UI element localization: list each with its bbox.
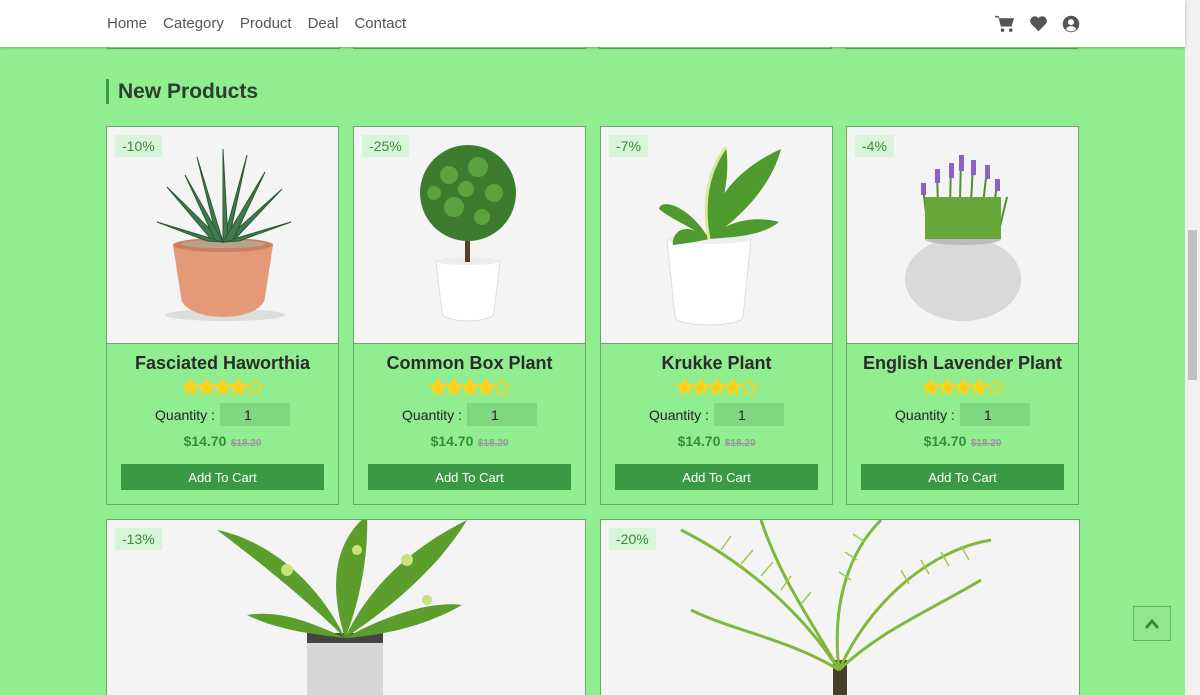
product-image[interactable]: -4% — [847, 127, 1078, 344]
star-empty-icon — [245, 378, 264, 395]
current-price: $14.70 — [677, 433, 721, 449]
quantity-row: Quantity : — [847, 403, 1078, 426]
quantity-row: Quantity : — [354, 403, 585, 426]
product-card: -10% Fasciated Haworthia Quantity : $14.… — [106, 126, 339, 505]
quantity-row: Quantity : — [601, 403, 832, 426]
quantity-label: Quantity : — [402, 406, 462, 423]
quantity-row: Quantity : — [107, 403, 338, 426]
quantity-input[interactable] — [466, 403, 537, 426]
scrollbar-thumb[interactable] — [1188, 230, 1197, 380]
nav-contact[interactable]: Contact — [354, 15, 406, 32]
rating-stars — [601, 378, 832, 400]
price: $14.70 $18.20 — [107, 433, 338, 451]
quantity-input[interactable] — [219, 403, 290, 426]
quantity-input[interactable] — [959, 403, 1030, 426]
nav-product[interactable]: Product — [240, 15, 292, 32]
quantity-input[interactable] — [713, 403, 784, 426]
current-price: $14.70 — [923, 433, 967, 449]
price: $14.70 $18.20 — [847, 433, 1078, 451]
nav-home[interactable]: Home — [107, 15, 147, 32]
star-empty-icon — [492, 378, 511, 395]
navbar: Home Category Product Deal Contact — [0, 0, 1185, 47]
product-name[interactable]: Common Box Plant — [354, 353, 585, 374]
discount-badge: -4% — [855, 135, 894, 157]
product-name[interactable]: English Lavender Plant — [847, 353, 1078, 374]
nav-deal[interactable]: Deal — [308, 15, 339, 32]
cart-icon[interactable] — [995, 15, 1015, 33]
add-to-cart-button[interactable]: Add To Cart — [861, 464, 1064, 490]
nav-category[interactable]: Category — [163, 15, 224, 32]
discount-badge: -10% — [115, 135, 162, 157]
current-price: $14.70 — [430, 433, 474, 449]
current-price: $14.70 — [183, 433, 227, 449]
product-image — [217, 520, 467, 695]
add-to-cart-button[interactable]: Add To Cart — [368, 464, 571, 490]
product-image[interactable]: -7% — [601, 127, 832, 344]
featured-product-card[interactable]: -20% — [600, 519, 1080, 695]
product-name[interactable]: Fasciated Haworthia — [107, 353, 338, 374]
product-image — [680, 520, 992, 695]
price: $14.70 $18.20 — [601, 433, 832, 451]
discount-badge: -20% — [609, 528, 656, 550]
star-empty-icon — [985, 378, 1004, 395]
quantity-label: Quantity : — [649, 406, 709, 423]
rating-stars — [107, 378, 338, 400]
discount-badge: -25% — [362, 135, 409, 157]
user-icon[interactable] — [1062, 15, 1080, 33]
back-to-top-button[interactable] — [1133, 606, 1171, 641]
old-price: $18.20 — [724, 438, 756, 449]
old-price: $18.20 — [970, 438, 1002, 449]
add-to-cart-button[interactable]: Add To Cart — [121, 464, 324, 490]
section-title: New Products — [106, 79, 258, 104]
rating-stars — [847, 378, 1078, 400]
product-card: -7% Krukke Plant Quantity : $14.70 $18.2… — [600, 126, 833, 505]
discount-badge: -7% — [609, 135, 648, 157]
nav-links: Home Category Product Deal Contact — [107, 0, 406, 47]
product-card: -4% English Lavender Plant Quantity : $ — [846, 126, 1079, 505]
price: $14.70 $18.20 — [354, 433, 585, 451]
product-image[interactable]: -10% — [107, 127, 338, 344]
add-to-cart-button[interactable]: Add To Cart — [615, 464, 818, 490]
chevron-up-icon — [1144, 618, 1160, 629]
old-price: $18.20 — [477, 438, 509, 449]
heart-icon[interactable] — [1029, 15, 1048, 32]
quantity-label: Quantity : — [895, 406, 955, 423]
featured-product-card[interactable]: -13% — [106, 519, 586, 695]
discount-badge: -13% — [115, 528, 162, 550]
product-card: -25% Common Box Plant Quantity : $14.70 … — [353, 126, 586, 505]
rating-stars — [354, 378, 585, 400]
quantity-label: Quantity : — [155, 406, 215, 423]
nav-icons — [995, 0, 1080, 47]
product-name[interactable]: Krukke Plant — [601, 353, 832, 374]
star-empty-icon — [739, 378, 758, 395]
product-image[interactable]: -25% — [354, 127, 585, 344]
scrollbar[interactable] — [1185, 0, 1200, 695]
old-price: $18.20 — [230, 438, 262, 449]
